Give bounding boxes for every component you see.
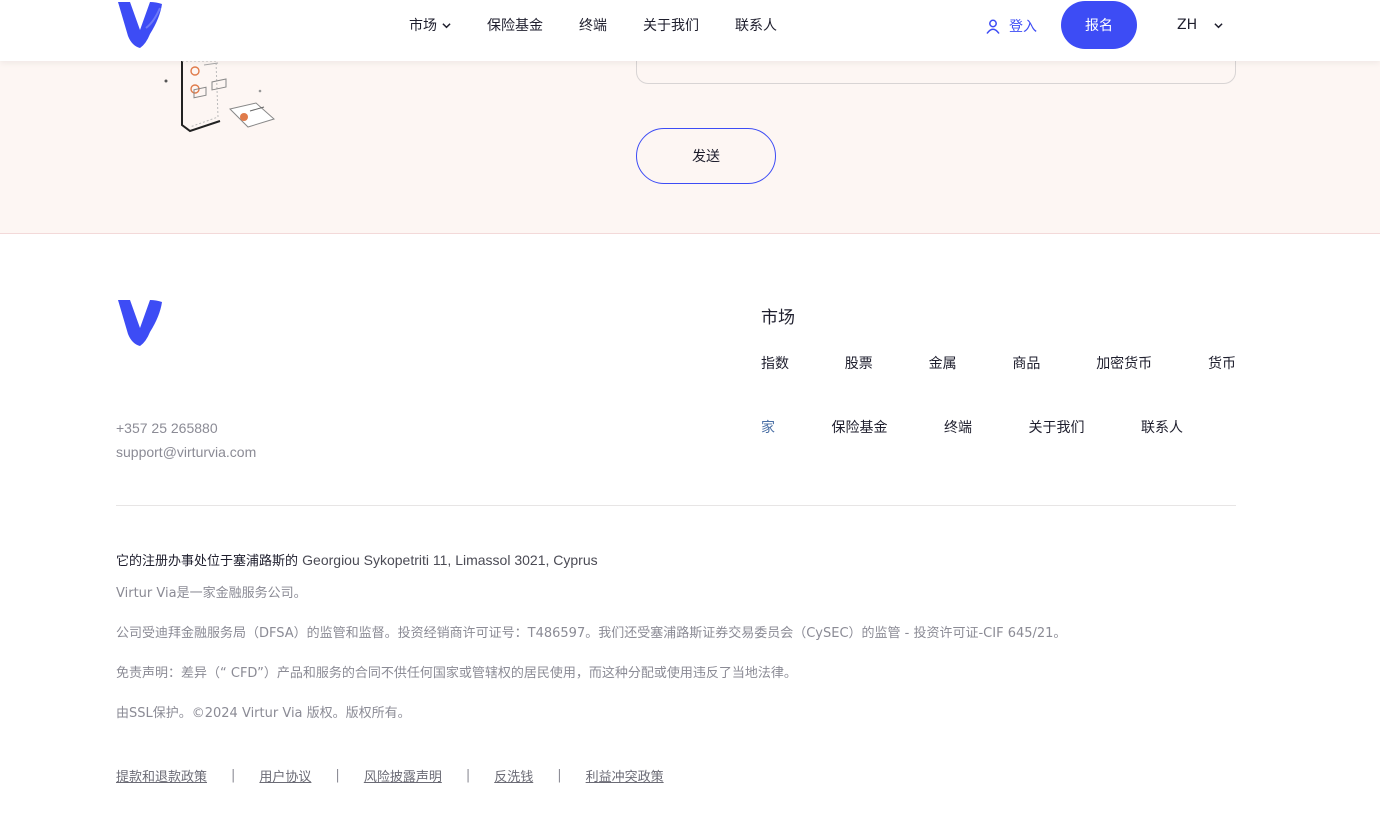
nav-item-contacts[interactable]: 联系人	[735, 15, 777, 35]
footer-phone[interactable]: +357 25 265880	[116, 420, 218, 436]
footer-link-crypto[interactable]: 加密货币	[1096, 353, 1152, 373]
virtur-via-logo[interactable]	[116, 0, 164, 48]
login-label: 登入	[1009, 19, 1037, 35]
footer-email[interactable]: support@virturvia.com	[116, 444, 256, 460]
footer-link-indices[interactable]: 指数	[761, 353, 789, 373]
nav-item-about-us[interactable]: 关于我们	[643, 15, 699, 35]
policy-link-risk-disclosure[interactable]: 风险披露声明	[364, 766, 442, 785]
send-button[interactable]: 发送	[636, 128, 776, 184]
footer-markets-links: 指数 股票 金属 商品 加密货币 货币	[761, 353, 1236, 373]
policy-separator: |	[465, 768, 471, 783]
footer-link-commodities[interactable]: 商品	[1012, 353, 1040, 373]
signup-button[interactable]: 报名	[1061, 1, 1137, 49]
nav-item-terminal[interactable]: 终端	[579, 15, 607, 35]
nav-item-label: 联系人	[735, 18, 777, 34]
nav-item-label: 关于我们	[643, 18, 699, 34]
footer-link-home[interactable]: 家	[761, 417, 775, 437]
footer-site-links: 家 保险基金 终端 关于我们 联系人	[761, 417, 1183, 437]
chevron-down-icon	[1214, 22, 1223, 28]
language-selector[interactable]: ZH	[1177, 17, 1223, 33]
policy-link-withdrawal-refund[interactable]: 提款和退款政策	[116, 766, 207, 785]
registered-office-address: Georgiou Sykopetriti 11, Limassol 3021, …	[302, 552, 598, 568]
policy-links: 提款和退款政策 | 用户协议 | 风险披露声明 | 反洗钱 | 利益冲突政策	[116, 766, 664, 785]
footer-link-terminal[interactable]: 终端	[944, 417, 972, 437]
nav-item-label: 终端	[579, 18, 607, 34]
disclaimer-line: 免责声明：差异（“ CFD”）产品和服务的合同不供任何国家或管辖权的居民使用，而…	[116, 666, 797, 681]
company-line: Virtur Via是一家金融服务公司。	[116, 586, 307, 601]
policy-separator: |	[231, 768, 236, 783]
nav-item-insurance-fund[interactable]: 保险基金	[487, 15, 543, 35]
main-nav: 市场 保险基金 终端 关于我们 联系人	[409, 0, 813, 50]
language-label: ZH	[1177, 17, 1198, 33]
policy-separator: |	[557, 768, 562, 783]
nav-item-label: 市场	[409, 18, 437, 34]
login-link[interactable]: 登入	[986, 16, 1037, 36]
registered-office-prefix: 它的注册办事处位于塞浦路斯的	[116, 554, 299, 569]
virtur-via-footer-logo[interactable]	[116, 298, 164, 346]
footer-markets-heading: 市场	[761, 308, 795, 328]
policy-link-aml[interactable]: 反洗钱	[494, 766, 533, 785]
footer-link-insurance-fund[interactable]: 保险基金	[832, 417, 888, 437]
footer-divider	[116, 505, 1236, 506]
user-icon	[986, 19, 1000, 34]
copyright-line: 由SSL保护。©2024 Virtur Via 版权。版权所有。	[116, 706, 411, 721]
policy-link-user-agreement[interactable]: 用户协议	[259, 766, 311, 785]
nav-item-markets[interactable]: 市场	[409, 15, 451, 35]
footer-link-about-us[interactable]: 关于我们	[1029, 417, 1085, 437]
nav-item-label: 保险基金	[487, 18, 543, 34]
footer-link-stocks[interactable]: 股票	[845, 353, 873, 373]
chevron-down-icon	[442, 22, 451, 28]
registered-office-line: 它的注册办事处位于塞浦路斯的 Georgiou Sykopetriti 11, …	[116, 550, 598, 569]
footer-link-currencies[interactable]: 货币	[1208, 353, 1236, 373]
regulation-line: 公司受迪拜金融服务局（DFSA）的监管和监督。投资经销商许可证号：T486597…	[116, 626, 1067, 641]
site-header: 市场 保险基金 终端 关于我们 联系人 登入 报名 ZH	[0, 0, 1380, 61]
policy-link-conflict-of-interest[interactable]: 利益冲突政策	[586, 766, 664, 785]
form-illustration	[164, 61, 275, 133]
footer-link-metals[interactable]: 金属	[929, 353, 957, 373]
footer-link-contacts[interactable]: 联系人	[1141, 417, 1183, 437]
policy-separator: |	[335, 768, 340, 783]
